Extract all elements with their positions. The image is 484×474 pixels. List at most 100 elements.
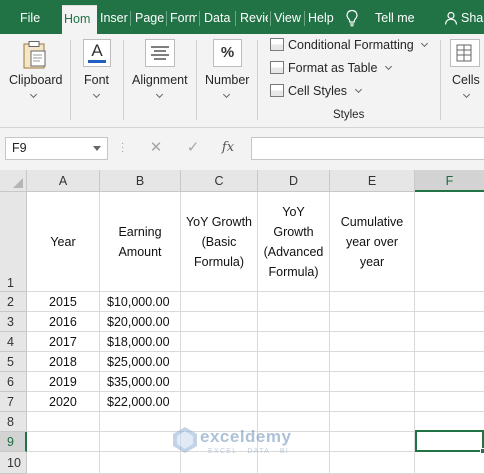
cell-a4[interactable]: 2017: [27, 332, 100, 352]
cell-a2[interactable]: 2015: [27, 292, 100, 312]
format-as-table-button[interactable]: Format as Table: [270, 61, 392, 81]
empty-cell[interactable]: [100, 452, 181, 474]
empty-cell[interactable]: [258, 352, 330, 372]
formula-input[interactable]: [251, 137, 484, 160]
row-header-9[interactable]: 9: [0, 432, 27, 452]
empty-cell[interactable]: [258, 452, 330, 474]
cell-a6[interactable]: 2019: [27, 372, 100, 392]
cell-b5[interactable]: $25,000.00: [100, 352, 181, 372]
empty-cell[interactable]: [415, 412, 484, 432]
cell-a7[interactable]: 2020: [27, 392, 100, 412]
cell-b1[interactable]: Earning Amount: [100, 192, 181, 292]
column-header-d[interactable]: D: [258, 170, 330, 192]
empty-cell[interactable]: [258, 292, 330, 312]
tab-page-layout[interactable]: Page: [135, 8, 164, 30]
tab-data[interactable]: Data: [204, 8, 232, 30]
empty-cell[interactable]: [27, 412, 100, 432]
empty-cell[interactable]: [415, 392, 484, 412]
cell-a5[interactable]: 2018: [27, 352, 100, 372]
tab-view[interactable]: View: [274, 8, 302, 30]
cell-b4[interactable]: $18,000.00: [100, 332, 181, 352]
font-group[interactable]: A Font: [71, 34, 123, 128]
selected-cell-f9[interactable]: [415, 430, 484, 454]
select-all-button[interactable]: [0, 170, 27, 192]
empty-cell[interactable]: [181, 392, 258, 412]
row-header-2[interactable]: 2: [0, 292, 27, 312]
empty-cell[interactable]: [258, 312, 330, 332]
empty-cell[interactable]: [27, 452, 100, 474]
column-header-e[interactable]: E: [330, 170, 415, 192]
clipboard-group[interactable]: Clipboard: [0, 34, 70, 128]
empty-cell[interactable]: [330, 432, 415, 452]
tab-help[interactable]: Help: [308, 8, 336, 30]
insert-function-icon[interactable]: fx: [220, 140, 236, 156]
empty-cell[interactable]: [330, 312, 415, 332]
empty-cell[interactable]: [330, 292, 415, 312]
lightbulb-icon[interactable]: [345, 9, 359, 27]
empty-cell[interactable]: [258, 332, 330, 352]
cancel-icon[interactable]: ✕: [148, 140, 164, 156]
cell-b7[interactable]: $22,000.00: [100, 392, 181, 412]
cell-c1[interactable]: YoY Growth (Basic Formula): [181, 192, 258, 292]
column-header-f[interactable]: F: [415, 170, 484, 192]
row-header-7[interactable]: 7: [0, 392, 27, 412]
empty-cell[interactable]: [415, 312, 484, 332]
empty-cell[interactable]: [258, 372, 330, 392]
empty-cell[interactable]: [181, 332, 258, 352]
cell-e1[interactable]: Cumulative year over year: [330, 192, 415, 292]
tell-me-search[interactable]: Tell me: [375, 8, 415, 30]
cell-b6[interactable]: $35,000.00: [100, 372, 181, 392]
person-icon[interactable]: [444, 11, 458, 25]
drag-handle-icon[interactable]: · · ·: [121, 139, 124, 157]
cell-f1[interactable]: [415, 192, 484, 292]
row-header-4[interactable]: 4: [0, 332, 27, 352]
tab-review[interactable]: Revie: [240, 8, 268, 30]
row-header-3[interactable]: 3: [0, 312, 27, 332]
empty-cell[interactable]: [415, 372, 484, 392]
column-header-a[interactable]: A: [27, 170, 100, 192]
empty-cell[interactable]: [330, 332, 415, 352]
number-group[interactable]: % Number: [197, 34, 257, 128]
cell-styles-button[interactable]: Cell Styles: [270, 84, 362, 104]
tab-file[interactable]: File: [20, 8, 40, 30]
empty-cell[interactable]: [415, 352, 484, 372]
empty-cell[interactable]: [330, 352, 415, 372]
empty-cell[interactable]: [181, 372, 258, 392]
share-button[interactable]: Shar: [461, 8, 484, 30]
row-header-6[interactable]: 6: [0, 372, 27, 392]
empty-cell[interactable]: [181, 452, 258, 474]
column-header-b[interactable]: B: [100, 170, 181, 192]
cell-a3[interactable]: 2016: [27, 312, 100, 332]
empty-cell[interactable]: [181, 352, 258, 372]
name-box[interactable]: F9: [5, 137, 108, 160]
empty-cell[interactable]: [415, 332, 484, 352]
empty-cell[interactable]: [27, 432, 100, 452]
cell-a1[interactable]: Year: [27, 192, 100, 292]
tab-formulas[interactable]: Form: [170, 8, 197, 30]
cell-b3[interactable]: $20,000.00: [100, 312, 181, 332]
row-header-10[interactable]: 10: [0, 452, 27, 474]
empty-cell[interactable]: [330, 412, 415, 432]
empty-cell[interactable]: [181, 312, 258, 332]
conditional-formatting-button[interactable]: Conditional Formatting: [270, 38, 429, 58]
row-header-5[interactable]: 5: [0, 352, 27, 372]
fill-handle[interactable]: [480, 448, 484, 454]
cell-d1[interactable]: YoY Growth (Advanced Formula): [258, 192, 330, 292]
row-header-1[interactable]: 1: [0, 192, 27, 292]
empty-cell[interactable]: [330, 372, 415, 392]
column-header-c[interactable]: C: [181, 170, 258, 192]
empty-cell[interactable]: [100, 412, 181, 432]
alignment-group[interactable]: Alignment: [124, 34, 196, 128]
chevron-down-icon[interactable]: [93, 146, 101, 151]
empty-cell[interactable]: [181, 292, 258, 312]
tab-home[interactable]: Hom: [62, 5, 97, 34]
empty-cell[interactable]: [258, 392, 330, 412]
empty-cell[interactable]: [330, 452, 415, 474]
cell-b2[interactable]: $10,000.00: [100, 292, 181, 312]
worksheet-grid[interactable]: A B C D E F 1 2 3 4 5 6 7 8 9 10 Year Ea…: [0, 170, 484, 474]
empty-cell[interactable]: [415, 452, 484, 474]
row-header-8[interactable]: 8: [0, 412, 27, 432]
empty-cell[interactable]: [330, 392, 415, 412]
empty-cell[interactable]: [100, 432, 181, 452]
enter-icon[interactable]: ✓: [185, 140, 201, 156]
